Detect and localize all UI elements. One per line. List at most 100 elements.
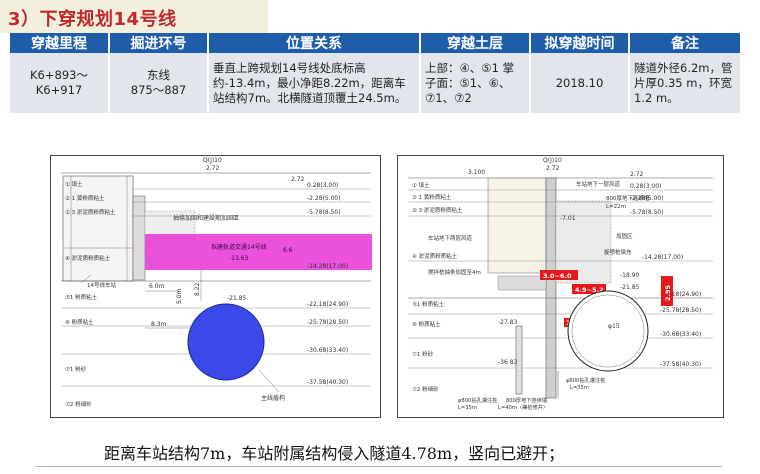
right-top-value: 2.72	[546, 165, 560, 172]
right-level-2: 0.28(3.00)	[630, 183, 661, 190]
header-relation: 位置关系	[208, 33, 421, 53]
right-layer-4: 车站地下两层风道	[428, 234, 473, 242]
right-d2783: -27.83	[498, 319, 518, 326]
right-mix-pile	[497, 275, 547, 291]
right-level-1: 2.72	[630, 171, 644, 178]
left-level-4: -14.28(17.00)	[307, 263, 348, 270]
cell-relation: 垂直上跨规划14号线处底标高约-13.4m，最小净距8.22m，距离车站结构7m…	[208, 53, 421, 113]
right-wall-len: L=22m	[606, 204, 626, 210]
right-depth3: -21.85	[620, 284, 640, 291]
right-diaphragm-wall	[545, 177, 557, 399]
header-remark: 备注	[629, 33, 740, 53]
right-top-label: Q(J)10	[543, 157, 562, 164]
left-top-value: 2.72	[206, 165, 220, 172]
left-station-wall	[132, 195, 146, 281]
left-tunnel-label: 主线盾构	[261, 394, 285, 402]
left-station-structure	[62, 175, 134, 282]
cell-remark: 隧道外径6.2m，管片厚0.35 m，环宽1.2 m。	[629, 53, 740, 113]
right-tunnel-dia: φ15	[608, 323, 620, 330]
ring-line-1: 东线	[147, 68, 170, 82]
right-layer-3: ② 3 淤泥质粉质粘土	[412, 206, 463, 214]
right-layer-9: ⑦1 粉砂	[412, 350, 434, 358]
section-title-bar: 3）下穿规划14号线	[0, 0, 268, 33]
header-mileage: 穿越里程	[10, 33, 110, 53]
left-layer-2: ② 1 黄粉质粘土	[65, 194, 105, 202]
left-reinforce-label: 抽條加固和建設期加固區	[173, 214, 239, 222]
table-header-row: 穿越里程 掘进环号 位置关系 穿越土层 拟穿越时间 备注	[10, 33, 740, 53]
cell-time: 2018.10	[530, 53, 630, 113]
right-pile1: φ800钻孔灌注桩	[458, 396, 497, 404]
right-depth2: -18.90	[620, 272, 640, 279]
right-tunnel-circle	[567, 290, 649, 372]
left-top-label: Q(J)10	[203, 157, 222, 164]
cell-layers: 上部：④、⑤1 掌子面：⑤1、⑥、⑦1、⑦2	[420, 53, 531, 113]
header-ring: 掘进环号	[109, 33, 209, 53]
right-station-block	[487, 177, 547, 274]
caption-text: 距离车站结构7m，车站附属结构侵入隧道4.78m，竖向已避开；	[104, 444, 565, 463]
right-layer-10: ⑦2 粉细砂	[412, 385, 439, 393]
left-dim-83: 8.3m	[151, 321, 167, 328]
right-layer-2: ② 1 黄粉质粘土	[412, 193, 452, 201]
mileage-line-2: K6+917	[35, 83, 83, 97]
right-level-9: -37.58(40.30)	[660, 361, 701, 368]
left-layer-8: ⑦2 粉细砂	[65, 400, 92, 408]
header-layers: 穿越土层	[420, 33, 531, 53]
right-red-text-1: 3.0~6.0	[543, 272, 572, 280]
right-level-5: -14.28(17.00)	[642, 254, 683, 261]
right-pile3: φ800钻孔灌注桩	[566, 376, 605, 384]
right-layer-5: ④ 淤泥质粉质粘土	[412, 252, 458, 260]
right-layer-1: ① 填土	[412, 181, 430, 189]
left-level-8: -37.58(40.30)	[307, 379, 348, 386]
right-layer-8: ⑥ 粉质粘土	[412, 320, 441, 328]
ring-line-2: 875～887	[130, 83, 187, 97]
right-diagram-svg: Q(J)10 2.72 3.100 2.72 0.28(3.00) -2.28(…	[408, 157, 713, 411]
cell-ring: 东线 875～887	[109, 53, 209, 113]
right-wall: 800厚地下连续墙	[606, 194, 650, 202]
left-layer-6: ⑥ 粉质粘土	[65, 318, 94, 326]
right-level-4: -5.78(8.50)	[630, 209, 664, 216]
right-level-0: 3.100	[468, 169, 485, 176]
right-station-wind: 车站地下一层风道	[576, 180, 621, 188]
bottom-rule	[36, 466, 722, 467]
left-layer-3: ② 3 淤泥质粉质粘土	[65, 208, 116, 216]
section-title: 3）下穿规划14号线	[8, 9, 177, 30]
left-dim-h: 6.6	[283, 247, 293, 254]
info-table: 穿越里程 掘进环号 位置关系 穿越土层 拟穿越时间 备注 K6+893～ K6+…	[10, 33, 740, 113]
right-layer-6: 搅拌桩抽条加固至4m	[428, 268, 481, 276]
right-red-text-v: 2.95	[664, 284, 672, 301]
left-dim-5m: 5.0m	[176, 288, 183, 304]
left-layer-5: ⑤1 粉质粘土	[65, 293, 98, 301]
right-level-8: -30.68(33.40)	[660, 331, 701, 338]
left-tunnel-top: -21.85	[227, 295, 247, 302]
cell-mileage: K6+893～ K6+917	[10, 53, 110, 113]
left-dim-6m: 6.0m	[149, 283, 165, 290]
left-level-6: -25.78(28.50)	[307, 319, 348, 326]
right-jet: 旋喷桩填充	[604, 248, 632, 256]
right-d3683: -36.83	[498, 359, 518, 366]
left-line14-tag: 14号线车站	[87, 281, 116, 289]
right-pile2-len: L=40m（兼检修井）	[498, 403, 548, 411]
left-section-diagram: Q(J)10 2.72 2.72 拟建轨道交通14号线 -13.63 6.6 抽…	[50, 155, 381, 418]
header-time: 拟穿越时间	[530, 33, 630, 53]
left-dim-822: 8.22	[194, 282, 201, 296]
right-depth1: -7.01	[560, 215, 576, 222]
left-level-7: -30.68(33.40)	[307, 347, 348, 354]
right-grout: 加固区	[616, 232, 633, 240]
left-layer-4: ④ 淤泥质粉质粘土	[65, 254, 111, 262]
mileage-line-1: K6+893～	[30, 68, 88, 82]
right-pile2: 800厚地下连续墙	[506, 396, 547, 404]
left-level-5: -22.18(24.90)	[307, 301, 348, 308]
right-level-7: -25.78(28.50)	[660, 307, 701, 314]
left-tunnel-circle	[187, 303, 265, 381]
leader-line	[258, 369, 280, 393]
left-layer-1: ① 填土	[65, 180, 83, 188]
right-pile3-len: L=35m	[570, 385, 589, 391]
right-layer-7: ⑤1 粉质粘土	[412, 300, 445, 308]
left-line14-value: -13.63	[229, 255, 249, 262]
left-layer-7: ⑦1 粉砂	[65, 365, 87, 373]
right-section-diagram: Q(J)10 2.72 3.100 2.72 0.28(3.00) -2.28(…	[397, 155, 724, 418]
left-level-1: 0.28(3.00)	[307, 182, 338, 189]
left-level-0: 2.72	[291, 176, 305, 183]
right-pile1-len: L=35m	[458, 405, 477, 411]
left-diagram-svg: Q(J)10 2.72 2.72 拟建轨道交通14号线 -13.63 6.6 抽…	[61, 157, 372, 408]
